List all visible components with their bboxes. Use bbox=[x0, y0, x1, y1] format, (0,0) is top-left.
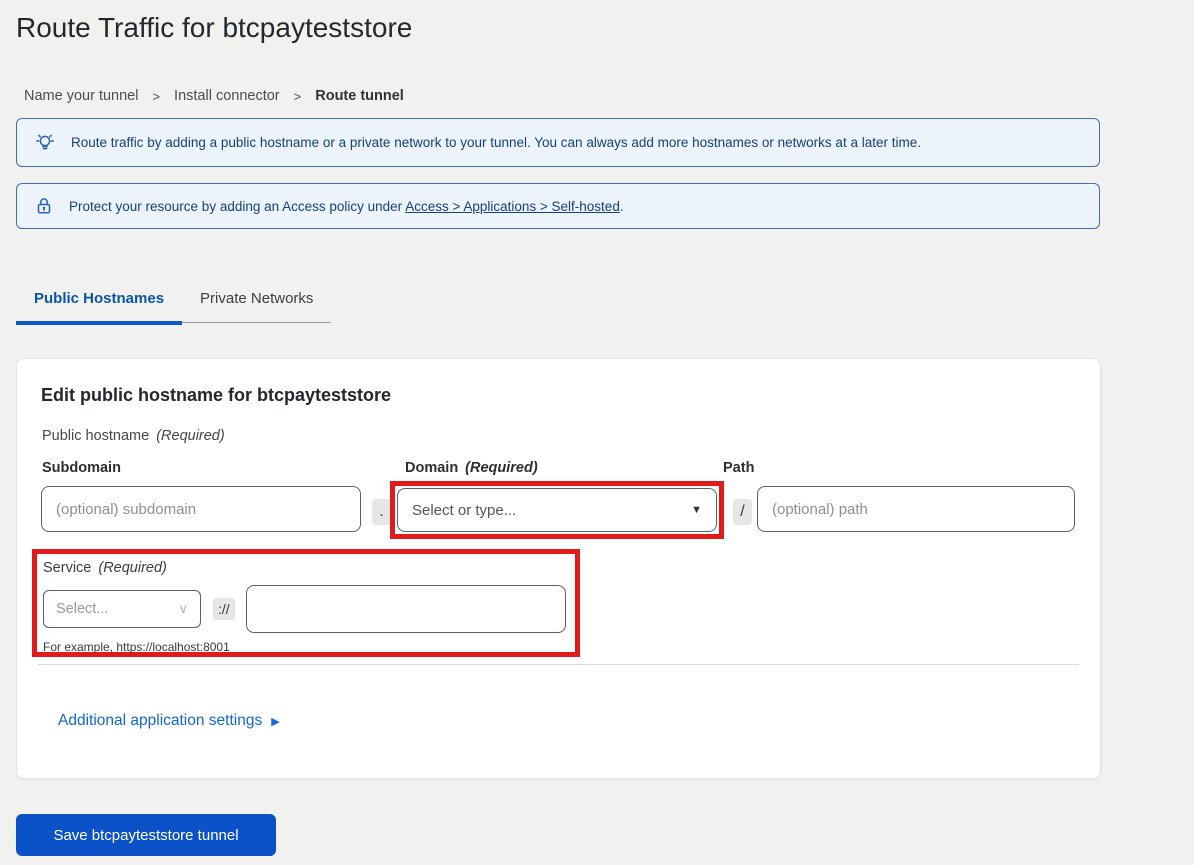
tab-private-networks[interactable]: Private Networks bbox=[182, 277, 331, 322]
path-input[interactable] bbox=[757, 486, 1075, 532]
service-type-value: Select... bbox=[56, 601, 108, 617]
required-note: (Required) bbox=[156, 428, 225, 444]
breadcrumb-step-install-connector[interactable]: Install connector bbox=[174, 88, 280, 104]
dot-separator: . bbox=[372, 499, 391, 525]
lock-icon bbox=[33, 195, 55, 217]
chevron-down-icon: ∨ bbox=[178, 601, 188, 617]
domain-select[interactable]: Select or type... ▼ bbox=[397, 488, 717, 532]
slash-separator: / bbox=[733, 499, 752, 525]
domain-select-value: Select or type... bbox=[412, 502, 516, 519]
path-label: Path bbox=[723, 460, 754, 476]
card-heading: Edit public hostname for btcpayteststore bbox=[41, 385, 391, 406]
tab-public-hostnames[interactable]: Public Hostnames bbox=[16, 277, 182, 322]
service-hint: For example, https://localhost:8001 bbox=[43, 640, 575, 654]
breadcrumb-separator: > bbox=[152, 89, 160, 104]
service-row: Select... ∨ :// bbox=[43, 585, 575, 633]
breadcrumb: Name your tunnel > Install connector > R… bbox=[24, 88, 404, 104]
required-note: (Required) bbox=[98, 560, 167, 576]
lightbulb-icon bbox=[33, 131, 57, 155]
access-applications-self-hosted-link[interactable]: Access > Applications > Self-hosted bbox=[405, 199, 620, 214]
service-label: Service(Required) bbox=[43, 560, 575, 576]
domain-annotation-highlight: Select or type... ▼ bbox=[390, 481, 724, 539]
breadcrumb-separator: > bbox=[294, 89, 302, 104]
required-note: (Required) bbox=[465, 460, 538, 476]
subdomain-input[interactable] bbox=[41, 486, 361, 532]
additional-application-settings-link[interactable]: Additional application settings ▶ bbox=[58, 712, 280, 730]
triangle-right-icon: ▶ bbox=[271, 715, 279, 728]
caret-down-icon: ▼ bbox=[691, 504, 702, 516]
service-type-select[interactable]: Select... ∨ bbox=[43, 590, 201, 628]
breadcrumb-step-route-tunnel: Route tunnel bbox=[315, 88, 404, 104]
public-hostname-label: Public hostname(Required) bbox=[42, 428, 225, 444]
route-traffic-info-banner: Route traffic by adding a public hostnam… bbox=[16, 118, 1100, 167]
card-divider bbox=[38, 664, 1079, 665]
hostname-network-tabs: Public Hostnames Private Networks bbox=[16, 277, 331, 323]
access-policy-banner-text: Protect your resource by adding an Acces… bbox=[69, 199, 624, 214]
domain-label: Domain(Required) bbox=[405, 460, 538, 476]
breadcrumb-step-name-tunnel[interactable]: Name your tunnel bbox=[24, 88, 138, 104]
service-url-input[interactable] bbox=[246, 585, 566, 633]
page-title: Route Traffic for btcpayteststore bbox=[16, 12, 412, 44]
route-traffic-banner-text: Route traffic by adding a public hostnam… bbox=[71, 135, 921, 150]
subdomain-label: Subdomain bbox=[42, 460, 121, 476]
scheme-separator: :// bbox=[213, 598, 235, 620]
access-policy-banner: Protect your resource by adding an Acces… bbox=[16, 183, 1100, 229]
service-annotation-highlight: Service(Required) Select... ∨ :// For ex… bbox=[32, 549, 580, 657]
edit-public-hostname-card: Edit public hostname for btcpayteststore… bbox=[16, 358, 1101, 779]
save-tunnel-button[interactable]: Save btcpayteststore tunnel bbox=[16, 814, 276, 856]
